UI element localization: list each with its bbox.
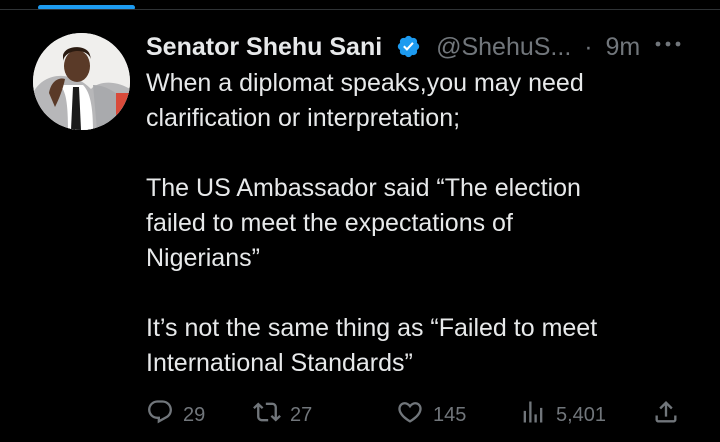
retweet-icon bbox=[253, 398, 281, 432]
views-button[interactable]: 5,401 bbox=[519, 398, 606, 432]
avatar-image bbox=[33, 33, 130, 130]
like-button[interactable]: 145 bbox=[396, 398, 466, 432]
author-handle[interactable]: @ShehuS... bbox=[436, 30, 571, 64]
tweet-timestamp[interactable]: 9m bbox=[606, 30, 641, 64]
tweet-header: Senator Shehu Sani @ShehuS... · 9m bbox=[146, 30, 706, 64]
like-count: 145 bbox=[433, 403, 467, 426]
separator-dot: · bbox=[584, 33, 593, 61]
tweet-text: When a diplomat speaks,you may need clar… bbox=[146, 69, 598, 377]
views-icon bbox=[519, 398, 547, 432]
views-count: 5,401 bbox=[556, 403, 607, 426]
reply-icon bbox=[146, 398, 174, 432]
author-display-name[interactable]: Senator Shehu Sani bbox=[146, 30, 382, 64]
share-button[interactable] bbox=[652, 398, 680, 432]
retweet-count: 27 bbox=[290, 403, 313, 426]
reply-button[interactable]: 29 bbox=[146, 398, 205, 432]
top-divider bbox=[0, 9, 720, 10]
share-icon bbox=[652, 398, 680, 432]
retweet-button[interactable]: 27 bbox=[253, 398, 312, 432]
reply-count: 29 bbox=[183, 403, 206, 426]
more-icon[interactable] bbox=[653, 36, 683, 52]
tweet-actions: 29 27 145 5,401 bbox=[146, 398, 706, 432]
heart-icon bbox=[396, 398, 424, 432]
avatar[interactable] bbox=[33, 33, 130, 130]
verified-badge-icon bbox=[396, 30, 422, 64]
